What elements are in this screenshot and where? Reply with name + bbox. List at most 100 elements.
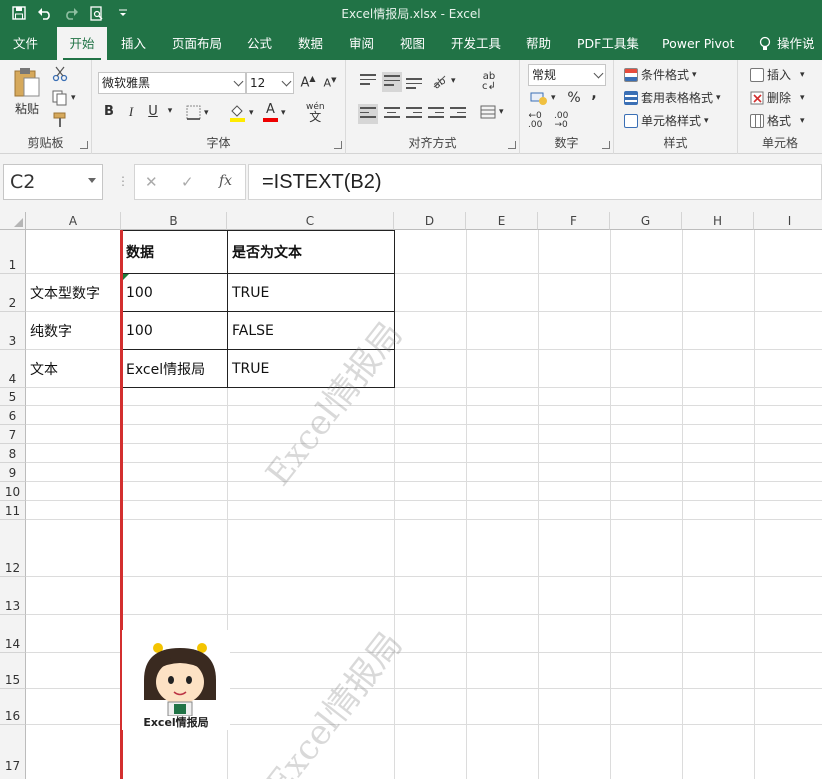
- row-header-8[interactable]: 8: [0, 444, 26, 463]
- column-header-e[interactable]: E: [466, 212, 538, 230]
- row-header-5[interactable]: 5: [0, 388, 26, 406]
- column-header-d[interactable]: D: [394, 212, 466, 230]
- cell-c1[interactable]: 是否为文本: [228, 230, 394, 273]
- error-indicator-icon[interactable]: [123, 274, 129, 280]
- ribbon-tabs: 文件 开始 插入 页面布局 公式 数据 审阅 视图 开发工具 帮助 PDF工具集…: [0, 27, 822, 60]
- font-launcher-icon[interactable]: [334, 141, 342, 149]
- tab-review[interactable]: 审阅: [349, 27, 374, 60]
- row-header-11[interactable]: 11: [0, 501, 26, 520]
- row-header-1[interactable]: 1: [0, 230, 26, 274]
- row-header-16[interactable]: 16: [0, 689, 26, 725]
- merge-center-button[interactable]: ▾: [480, 105, 504, 119]
- decrease-indent-icon[interactable]: [428, 107, 444, 121]
- enter-icon[interactable]: ✓: [181, 173, 194, 191]
- cell-a2[interactable]: 文本型数字: [26, 274, 121, 311]
- tab-formulas[interactable]: 公式: [247, 27, 272, 60]
- tab-page-layout[interactable]: 页面布局: [172, 27, 222, 60]
- phonetic-button[interactable]: wén 文: [306, 102, 325, 123]
- row-header-6[interactable]: 6: [0, 406, 26, 425]
- row-header-13[interactable]: 13: [0, 577, 26, 615]
- increase-decimal-button[interactable]: ←0.00: [528, 112, 542, 130]
- format-painter-button[interactable]: [52, 112, 68, 128]
- select-all-button[interactable]: [0, 212, 26, 230]
- row-header-2[interactable]: 2: [0, 274, 26, 312]
- tab-home[interactable]: 开始: [57, 27, 107, 60]
- number-format-select[interactable]: 常规: [528, 64, 606, 86]
- row-header-4[interactable]: 4: [0, 350, 26, 388]
- borders-button[interactable]: ▾: [186, 105, 209, 120]
- wrap-text-button[interactable]: ab c↲: [482, 72, 496, 92]
- tab-view[interactable]: 视图: [400, 27, 425, 60]
- orientation-button[interactable]: ab ▾: [430, 72, 456, 90]
- number-launcher-icon[interactable]: [602, 141, 610, 149]
- format-as-table-button[interactable]: 套用表格格式 ▾: [624, 89, 721, 106]
- conditional-format-button[interactable]: 条件格式 ▾: [624, 66, 697, 83]
- font-size-select[interactable]: 12: [246, 72, 294, 94]
- copy-button[interactable]: ▾: [52, 90, 76, 106]
- italic-button[interactable]: I: [121, 104, 141, 120]
- cell-b1[interactable]: 数据: [122, 230, 227, 273]
- delete-cells-button[interactable]: 删除 ▾: [750, 89, 805, 106]
- cut-button[interactable]: [52, 66, 68, 82]
- cell-a4[interactable]: 文本: [26, 350, 121, 387]
- underline-dropdown-icon[interactable]: ▾: [160, 106, 180, 116]
- increase-indent-icon[interactable]: [450, 107, 466, 121]
- tab-power-pivot[interactable]: Power Pivot: [662, 27, 734, 60]
- column-header-g[interactable]: G: [610, 212, 682, 230]
- align-middle-icon[interactable]: [382, 72, 402, 92]
- column-header-b[interactable]: B: [121, 212, 227, 230]
- bold-button[interactable]: B: [99, 104, 119, 119]
- cell-a3[interactable]: 纯数字: [26, 312, 121, 349]
- cell-b4[interactable]: Excel情报局: [122, 350, 227, 387]
- decrease-decimal-button[interactable]: .00 →0: [554, 112, 568, 130]
- tab-help[interactable]: 帮助: [526, 27, 551, 60]
- name-box[interactable]: C2: [3, 164, 103, 200]
- cell-c2[interactable]: TRUE: [228, 274, 394, 311]
- align-center-icon[interactable]: [384, 107, 400, 121]
- ribbon: 粘贴 ▾ 剪贴板 微软雅黑 12 A▲ A▼ B I U ▾ ▾ ▾ A ▾ w…: [0, 60, 822, 154]
- row-header-17[interactable]: 17: [0, 725, 26, 779]
- shrink-font-button[interactable]: A▼: [320, 76, 340, 90]
- percent-button[interactable]: %: [564, 90, 584, 106]
- paste-button[interactable]: 粘贴: [12, 66, 42, 117]
- row-header-15[interactable]: 15: [0, 653, 26, 689]
- formula-input[interactable]: =ISTEXT(B2): [248, 164, 822, 200]
- cell-b2[interactable]: 100: [122, 274, 227, 311]
- alignment-launcher-icon[interactable]: [508, 141, 516, 149]
- splitter-handle[interactable]: ⋮: [117, 174, 129, 188]
- tab-file[interactable]: 文件: [13, 27, 38, 60]
- row-header-10[interactable]: 10: [0, 482, 26, 501]
- align-top-icon[interactable]: [360, 74, 376, 88]
- column-header-c[interactable]: C: [227, 212, 394, 230]
- grow-font-button[interactable]: A▲: [298, 74, 318, 90]
- tab-pdf-tools[interactable]: PDF工具集: [577, 27, 639, 60]
- row-header-9[interactable]: 9: [0, 463, 26, 482]
- row-header-14[interactable]: 14: [0, 615, 26, 653]
- column-header-f[interactable]: F: [538, 212, 610, 230]
- align-left-icon[interactable]: [358, 104, 378, 124]
- cell-styles-button[interactable]: 单元格样式 ▾: [624, 112, 709, 129]
- tab-tell-me[interactable]: 操作说: [759, 27, 815, 60]
- comma-button[interactable]: ,: [584, 86, 604, 102]
- cell-b3[interactable]: 100: [122, 312, 227, 349]
- fill-color-button[interactable]: ▾: [229, 104, 254, 122]
- align-right-icon[interactable]: [406, 107, 422, 121]
- row-header-12[interactable]: 12: [0, 520, 26, 577]
- tab-insert[interactable]: 插入: [121, 27, 146, 60]
- row-header-3[interactable]: 3: [0, 312, 26, 350]
- clipboard-launcher-icon[interactable]: [80, 141, 88, 149]
- column-header-i[interactable]: I: [754, 212, 822, 230]
- accounting-format-button[interactable]: ▾: [530, 90, 556, 106]
- font-name-select[interactable]: 微软雅黑: [98, 72, 246, 94]
- column-header-a[interactable]: A: [26, 212, 121, 230]
- tab-developer[interactable]: 开发工具: [451, 27, 501, 60]
- column-header-h[interactable]: H: [682, 212, 754, 230]
- insert-function-button[interactable]: fx: [219, 173, 232, 189]
- cancel-icon[interactable]: ✕: [145, 173, 158, 191]
- insert-cells-button[interactable]: 插入 ▾: [750, 66, 805, 83]
- row-header-7[interactable]: 7: [0, 425, 26, 444]
- format-cells-button[interactable]: 格式 ▾: [750, 112, 805, 129]
- tab-data[interactable]: 数据: [298, 27, 323, 60]
- align-bottom-icon[interactable]: [406, 78, 422, 92]
- font-color-button[interactable]: A ▾: [263, 103, 286, 122]
